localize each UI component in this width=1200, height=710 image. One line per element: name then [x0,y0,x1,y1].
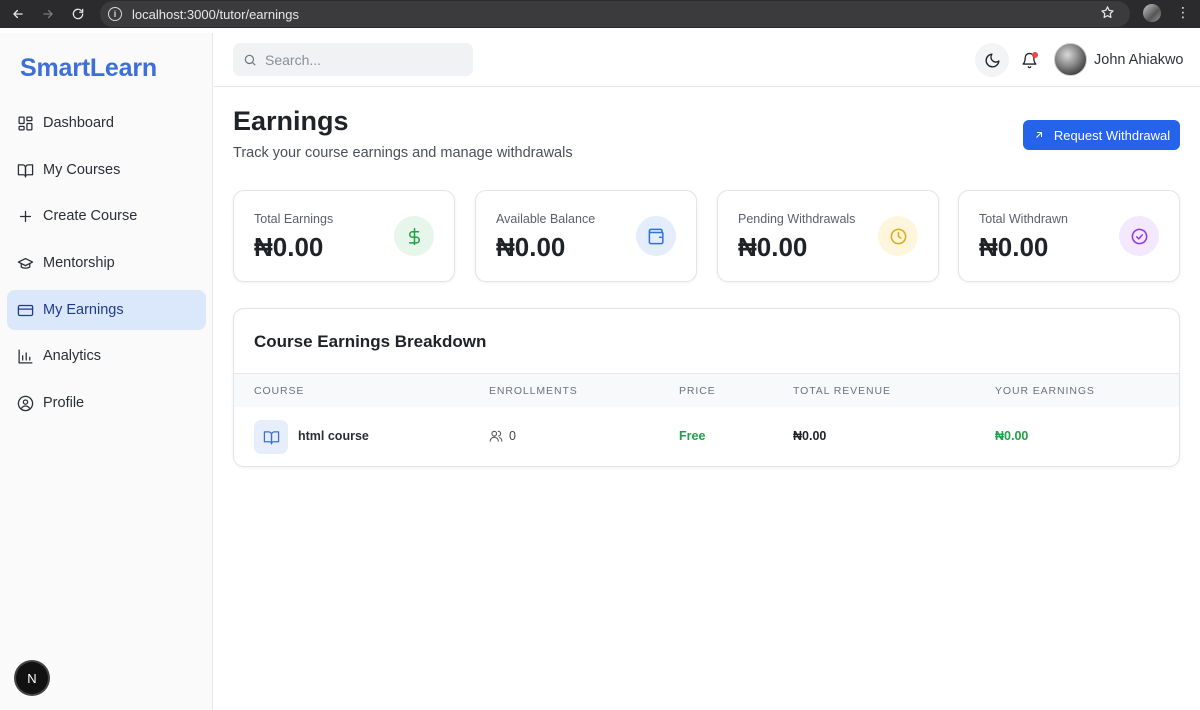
address-bar[interactable]: i localhost:3000/tutor/earnings [100,1,1130,27]
your-earnings-cell: ₦0.00 [995,429,1029,443]
table-row[interactable]: html course 0 Free ₦0.00 ₦0.00 [234,407,1179,466]
sidebar-item-label: Mentorship [43,255,115,271]
sidebar-item-my-courses[interactable]: My Courses [7,150,206,190]
forward-icon[interactable] [33,0,63,28]
browser-toolbar: i localhost:3000/tutor/earnings ⋮ [0,0,1200,28]
clock-icon [878,216,918,256]
bar-chart-icon [17,348,34,365]
search-icon [244,54,256,66]
column-header-course: COURSE [254,385,305,397]
column-header-price: PRICE [679,385,716,397]
sidebar-item-mentorship[interactable]: Mentorship [7,243,206,283]
sidebar-item-label: My Courses [43,162,121,178]
page-title: Earnings [233,106,349,136]
stat-card-pending-withdrawals: Pending Withdrawals ₦0.00 [717,190,939,282]
search-box[interactable] [233,43,473,76]
credit-card-icon [17,302,34,319]
brand-logo[interactable]: SmartLearn [20,54,157,83]
browser-profile-avatar[interactable] [1143,4,1161,22]
graduation-cap-icon [17,255,34,272]
course-earnings-table: Course Earnings Breakdown COURSE ENROLLM… [233,308,1180,467]
request-withdrawal-button[interactable]: Request Withdrawal [1023,120,1180,150]
stat-value: ₦0.00 [254,232,324,262]
user-name[interactable]: John Ahiakwo [1094,52,1183,68]
stat-card-available-balance: Available Balance ₦0.00 [475,190,697,282]
url-text: localhost:3000/tutor/earnings [132,6,299,22]
sidebar-item-create-course[interactable]: Create Course [7,196,206,236]
column-header-enrollments: ENROLLMENTS [489,385,578,397]
topbar: John Ahiakwo [214,33,1200,87]
stat-label: Total Earnings [254,212,334,226]
stat-value: ₦0.00 [979,232,1049,262]
sidebar-item-label: Analytics [43,348,102,364]
theme-toggle-button[interactable] [975,43,1009,77]
search-input[interactable] [265,51,455,68]
user-circle-icon [17,395,34,412]
nextjs-dev-badge[interactable]: N [16,662,48,694]
stat-card-total-earnings: Total Earnings ₦0.00 [233,190,455,282]
book-icon [254,420,288,454]
stat-label: Pending Withdrawals [738,212,856,226]
dashboard-icon [17,115,34,132]
column-header-total-revenue: TOTAL REVENUE [793,385,891,397]
stat-card-total-withdrawn: Total Withdrawn ₦0.00 [958,190,1180,282]
sidebar-item-dashboard[interactable]: Dashboard [7,103,206,143]
site-info-icon[interactable]: i [108,7,122,21]
bookmark-star-icon[interactable] [1100,5,1115,25]
price-cell: Free [679,429,706,443]
arrow-up-right-icon [1035,132,1042,138]
check-circle-icon [1119,216,1159,256]
course-name[interactable]: html course [298,429,369,443]
sidebar-item-label: Create Course [43,208,138,224]
stat-label: Total Withdrawn [979,212,1068,226]
back-icon[interactable] [3,0,33,28]
request-withdrawal-label: Request Withdrawal [1053,127,1171,143]
enrollments-count: 0 [509,429,516,443]
sidebar-item-profile[interactable]: Profile [7,383,206,423]
reload-icon[interactable] [63,0,93,28]
wallet-icon [636,216,676,256]
avatar[interactable] [1054,43,1087,76]
page-subtitle: Track your course earnings and manage wi… [233,145,573,161]
section-title: Course Earnings Breakdown [254,332,487,351]
dollar-icon [394,216,434,256]
sidebar-item-label: My Earnings [43,302,124,318]
enrollments-cell: 0 [489,429,516,443]
table-header: COURSE ENROLLMENTS PRICE TOTAL REVENUE Y… [234,373,1179,407]
sidebar-item-label: Dashboard [43,115,114,131]
stat-value: ₦0.00 [738,232,808,262]
plus-icon [17,208,34,225]
sidebar-item-label: Profile [43,395,85,411]
notification-dot [1032,52,1038,58]
total-revenue-cell: ₦0.00 [793,429,827,443]
stat-value: ₦0.00 [496,232,566,262]
users-icon [489,430,503,442]
column-header-your-earnings: YOUR EARNINGS [995,385,1095,397]
book-icon [17,162,34,179]
moon-icon [985,52,1000,67]
sidebar: SmartLearn Dashboard My Courses Create C… [0,33,213,710]
notifications-button[interactable] [1013,43,1045,77]
browser-menu-icon[interactable]: ⋮ [1176,4,1190,21]
sidebar-item-analytics[interactable]: Analytics [7,336,206,376]
sidebar-item-my-earnings[interactable]: My Earnings [7,290,206,330]
stat-label: Available Balance [496,212,596,226]
